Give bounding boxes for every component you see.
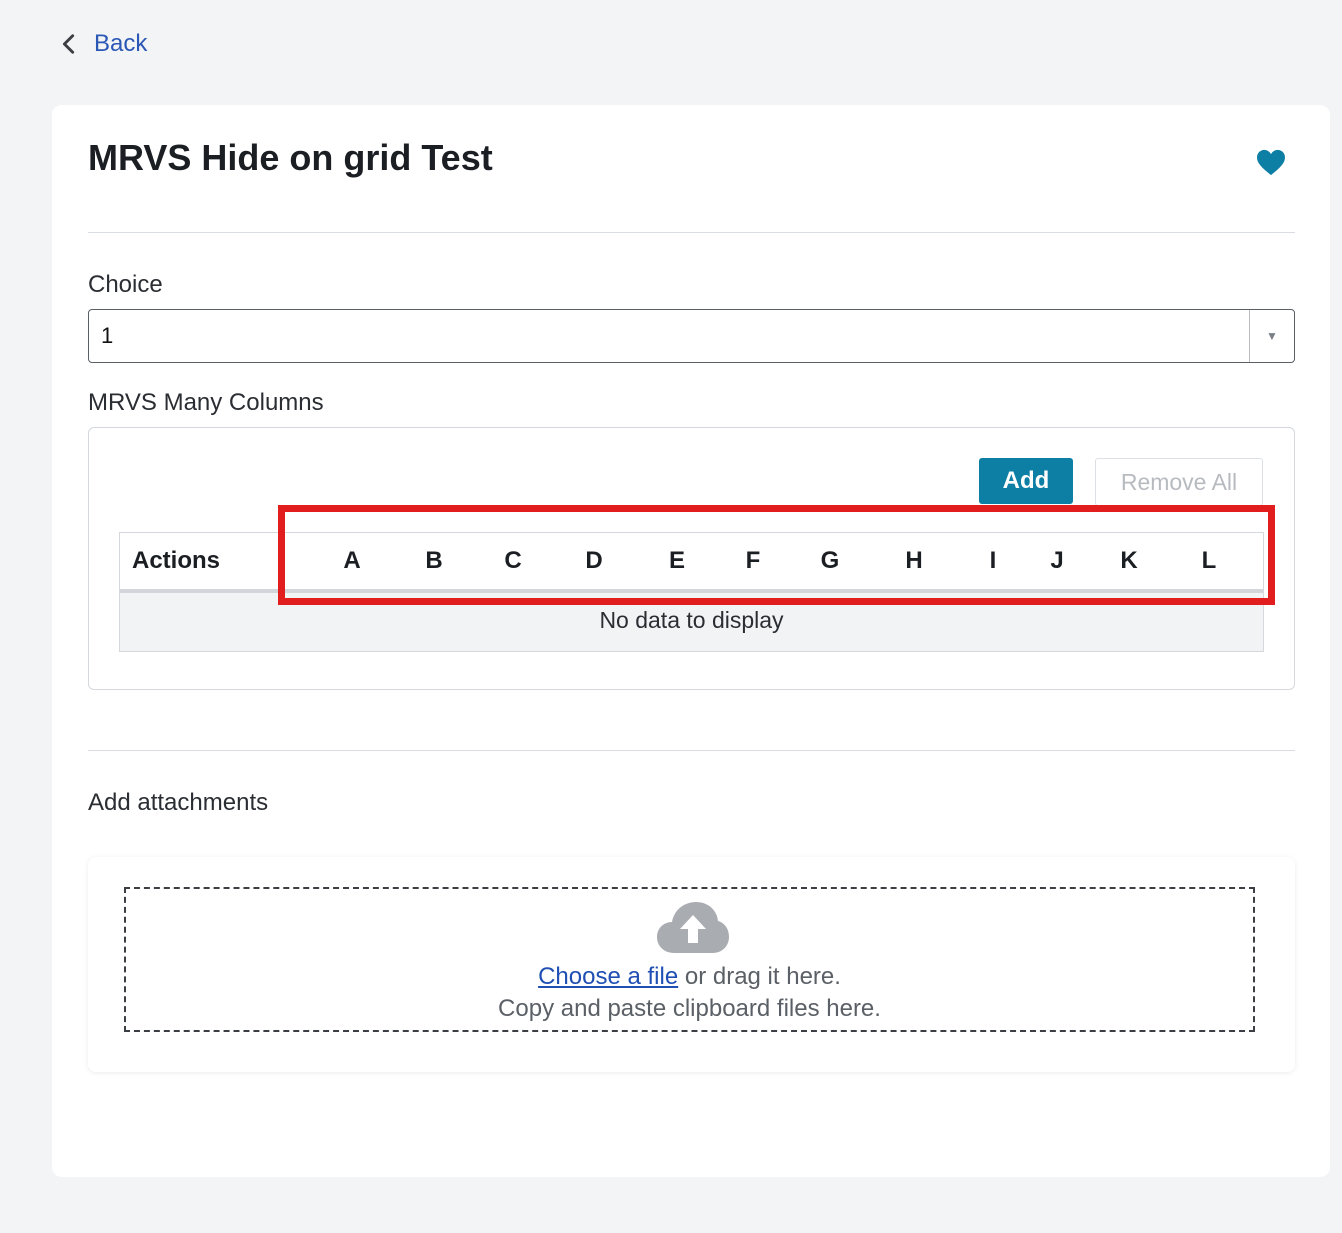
caret-down-icon[interactable]: ▼ <box>1249 310 1294 362</box>
choice-value: 1 <box>101 323 114 348</box>
attachments-label: Add attachments <box>88 789 269 816</box>
column-header-h[interactable]: H <box>894 533 934 589</box>
grid-header-row: Actions A B C D E F G H I J K L <box>120 533 1263 593</box>
drag-text: or drag it here. <box>678 963 841 990</box>
column-header-k[interactable]: K <box>1109 533 1149 589</box>
cloud-upload-icon <box>657 902 729 953</box>
grid-body: No data to display <box>120 593 1263 651</box>
column-header-b[interactable]: B <box>414 533 454 589</box>
back-label: Back <box>94 30 148 57</box>
column-header-f[interactable]: F <box>733 533 773 589</box>
column-header-d[interactable]: D <box>574 533 614 589</box>
section-divider <box>88 750 1295 751</box>
add-button[interactable]: Add <box>979 458 1073 504</box>
column-header-l[interactable]: L <box>1189 533 1229 589</box>
heart-icon[interactable] <box>1256 149 1286 177</box>
column-header-g[interactable]: G <box>810 533 850 589</box>
column-header-c[interactable]: C <box>493 533 533 589</box>
mrvs-label: MRVS Many Columns <box>88 389 324 416</box>
choice-label: Choice <box>88 271 163 298</box>
mrvs-grid: Actions A B C D E F G H I J K L No data … <box>119 532 1264 652</box>
chevron-left-icon <box>62 34 75 54</box>
attachment-card: Choose a file or drag it here. Copy and … <box>88 857 1295 1072</box>
paste-instruction: Copy and paste clipboard files here. <box>498 995 881 1022</box>
column-header-i[interactable]: I <box>973 533 1013 589</box>
choice-select[interactable]: 1 ▼ <box>88 309 1295 363</box>
back-link[interactable]: Back <box>58 30 147 58</box>
page-title: MRVS Hide on grid Test <box>88 137 493 178</box>
title-divider <box>88 232 1295 233</box>
empty-message: No data to display <box>599 607 784 633</box>
column-header-e[interactable]: E <box>657 533 697 589</box>
column-header-a[interactable]: A <box>332 533 372 589</box>
column-header-actions: Actions <box>132 547 221 574</box>
remove-all-button[interactable]: Remove All <box>1095 458 1263 506</box>
dropzone-instruction: Choose a file or drag it here. <box>126 963 1253 991</box>
mrvs-container: Add Remove All Actions A B C D E F G H I… <box>88 427 1295 690</box>
form-card: MRVS Hide on grid Test Choice 1 ▼ MRVS M… <box>52 105 1330 1177</box>
column-header-j[interactable]: J <box>1037 533 1077 589</box>
file-dropzone[interactable]: Choose a file or drag it here. Copy and … <box>124 887 1255 1032</box>
choose-file-link[interactable]: Choose a file <box>538 963 678 990</box>
